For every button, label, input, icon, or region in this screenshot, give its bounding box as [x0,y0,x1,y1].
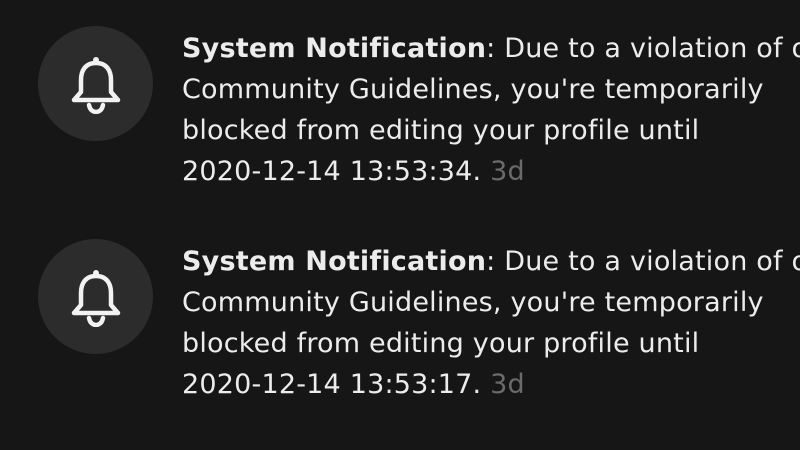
notification-message-part: blocked from editing your profile until [182,115,700,146]
notification-text: System Notification: Due to a violation … [182,28,800,192]
notification-text: System Notification: Due to a violation … [182,241,800,405]
notification-message-part: 2020-12-14 13:53:17. [182,369,482,400]
notification-list: System Notification: Due to a violation … [0,0,800,450]
notification-line: System Notification: Due to a violation … [182,241,800,282]
notification-message-part: 2020-12-14 13:53:34. [182,156,482,187]
notification-separator: : [486,33,505,64]
notification-avatar[interactable] [38,26,153,141]
notification-message-part: Community Guidelines, you're temporarily [182,287,764,318]
notification-item[interactable]: System Notification: Due to a violation … [0,26,800,216]
notification-sender[interactable]: System Notification [182,33,486,64]
notification-line: 2020-12-14 13:53:17. 3d [182,364,800,405]
notification-message-part: Due to a violation of o [504,33,800,64]
notification-timestamp: 3d [490,156,525,187]
bell-icon [71,56,120,114]
notification-line: 2020-12-14 13:53:34. 3d [182,151,800,192]
notification-avatar[interactable] [38,239,153,354]
bell-icon [71,269,120,327]
notification-timestamp: 3d [490,369,525,400]
notification-item[interactable]: System Notification: Due to a violation … [0,239,800,429]
notification-message-part: blocked from editing your profile until [182,328,700,359]
notification-message-part: Due to a violation of o [504,246,800,277]
notification-separator: : [486,246,505,277]
notification-message-part: Community Guidelines, you're temporarily [182,74,764,105]
notification-line: System Notification: Due to a violation … [182,28,800,69]
notification-sender[interactable]: System Notification [182,246,486,277]
